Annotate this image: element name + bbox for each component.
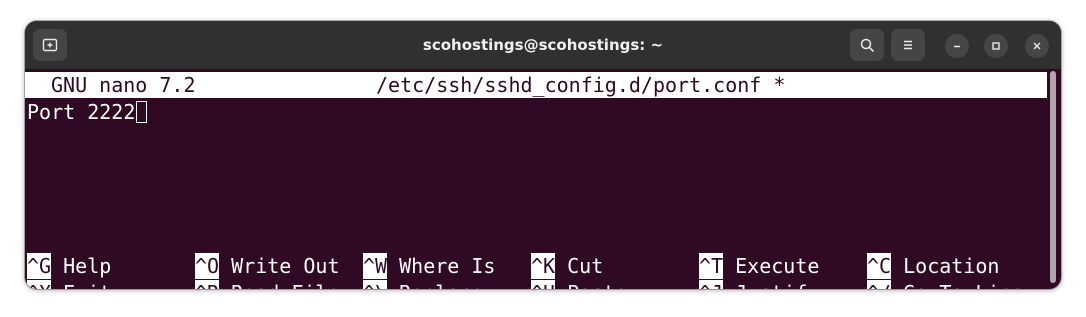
minimize-icon bbox=[954, 45, 960, 48]
minimize-button[interactable] bbox=[945, 34, 969, 58]
nano-header-bar: GNU nano 7.2 /etc/ssh/sshd_config.d/port… bbox=[25, 72, 1047, 98]
shortcut-label: Go To Line bbox=[903, 281, 1023, 289]
shortcut-label: Help bbox=[63, 254, 112, 278]
shortcut-key: ^/ bbox=[867, 280, 892, 289]
shortcut-location[interactable]: ^C Location bbox=[867, 253, 999, 279]
new-tab-icon bbox=[42, 38, 58, 52]
search-icon bbox=[860, 38, 874, 52]
nano-filename: /etc/ssh/sshd_config.d/port.conf * bbox=[376, 73, 786, 97]
shortcut-key: ^G bbox=[27, 253, 52, 279]
hamburger-menu-icon bbox=[904, 40, 912, 50]
shortcut-key: ^K bbox=[531, 253, 556, 279]
shortcut-key: ^C bbox=[867, 253, 892, 279]
terminal-area[interactable]: GNU nano 7.2 /etc/ssh/sshd_config.d/port… bbox=[25, 69, 1061, 289]
shortcut-label: Location bbox=[903, 254, 1000, 278]
shortcut-cut[interactable]: ^K Cut bbox=[531, 253, 603, 279]
maximize-icon bbox=[992, 42, 1000, 50]
title-bar[interactable]: scohostings@scohostings: ~ bbox=[25, 21, 1061, 69]
shortcut-help[interactable]: ^G Help bbox=[27, 253, 111, 279]
terminal-window: scohostings@scohostings: ~ GNU nano 7.2 … bbox=[25, 21, 1061, 289]
text-cursor bbox=[136, 101, 148, 123]
shortcut-paste[interactable]: ^U Paste bbox=[531, 280, 627, 289]
shortcut-key: ^W bbox=[363, 253, 388, 279]
shortcut-label: Where Is bbox=[399, 254, 496, 278]
shortcut-exit[interactable]: ^X Exit bbox=[27, 280, 111, 289]
shortcut-key: ^X bbox=[27, 280, 52, 289]
search-button[interactable] bbox=[850, 29, 884, 61]
editor-line[interactable]: Port 2222 bbox=[27, 99, 148, 125]
shortcut-write-out[interactable]: ^O Write Out bbox=[195, 253, 340, 279]
editor-line-text: Port 2222 bbox=[27, 100, 136, 124]
new-tab-button[interactable] bbox=[33, 29, 67, 61]
shortcut-key: ^T bbox=[699, 253, 724, 279]
shortcut-label: Replace bbox=[399, 281, 483, 289]
menu-button[interactable] bbox=[891, 29, 925, 61]
scrollbar[interactable] bbox=[1050, 71, 1056, 283]
shortcut-label: Cut bbox=[567, 254, 604, 278]
shortcut-key: ^U bbox=[531, 280, 556, 289]
shortcut-label: Execute bbox=[735, 254, 820, 278]
shortcut-where-is[interactable]: ^W Where Is bbox=[363, 253, 495, 279]
shortcut-go-to-line[interactable]: ^/ Go To Line bbox=[867, 280, 1024, 289]
shortcut-label: Exit bbox=[63, 281, 111, 289]
shortcut-execute[interactable]: ^T Execute bbox=[699, 253, 819, 279]
shortcut-label: Read File bbox=[231, 281, 339, 289]
close-button[interactable] bbox=[1025, 34, 1049, 58]
shortcut-replace[interactable]: ^\ Replace bbox=[363, 280, 483, 289]
shortcut-label: Write Out bbox=[231, 254, 340, 278]
shortcut-key: ^\ bbox=[363, 280, 388, 289]
nano-version: GNU nano 7.2 bbox=[51, 73, 196, 97]
close-icon bbox=[1033, 42, 1041, 50]
shortcut-key: ^J bbox=[699, 280, 724, 289]
shortcut-label: Paste bbox=[567, 281, 627, 289]
shortcut-read-file[interactable]: ^R Read File bbox=[195, 280, 340, 289]
shortcut-label: Justify bbox=[735, 281, 819, 289]
shortcut-key: ^O bbox=[195, 253, 220, 279]
shortcut-justify[interactable]: ^J Justify bbox=[699, 280, 819, 289]
maximize-button[interactable] bbox=[984, 34, 1008, 58]
shortcut-key: ^R bbox=[195, 280, 220, 289]
